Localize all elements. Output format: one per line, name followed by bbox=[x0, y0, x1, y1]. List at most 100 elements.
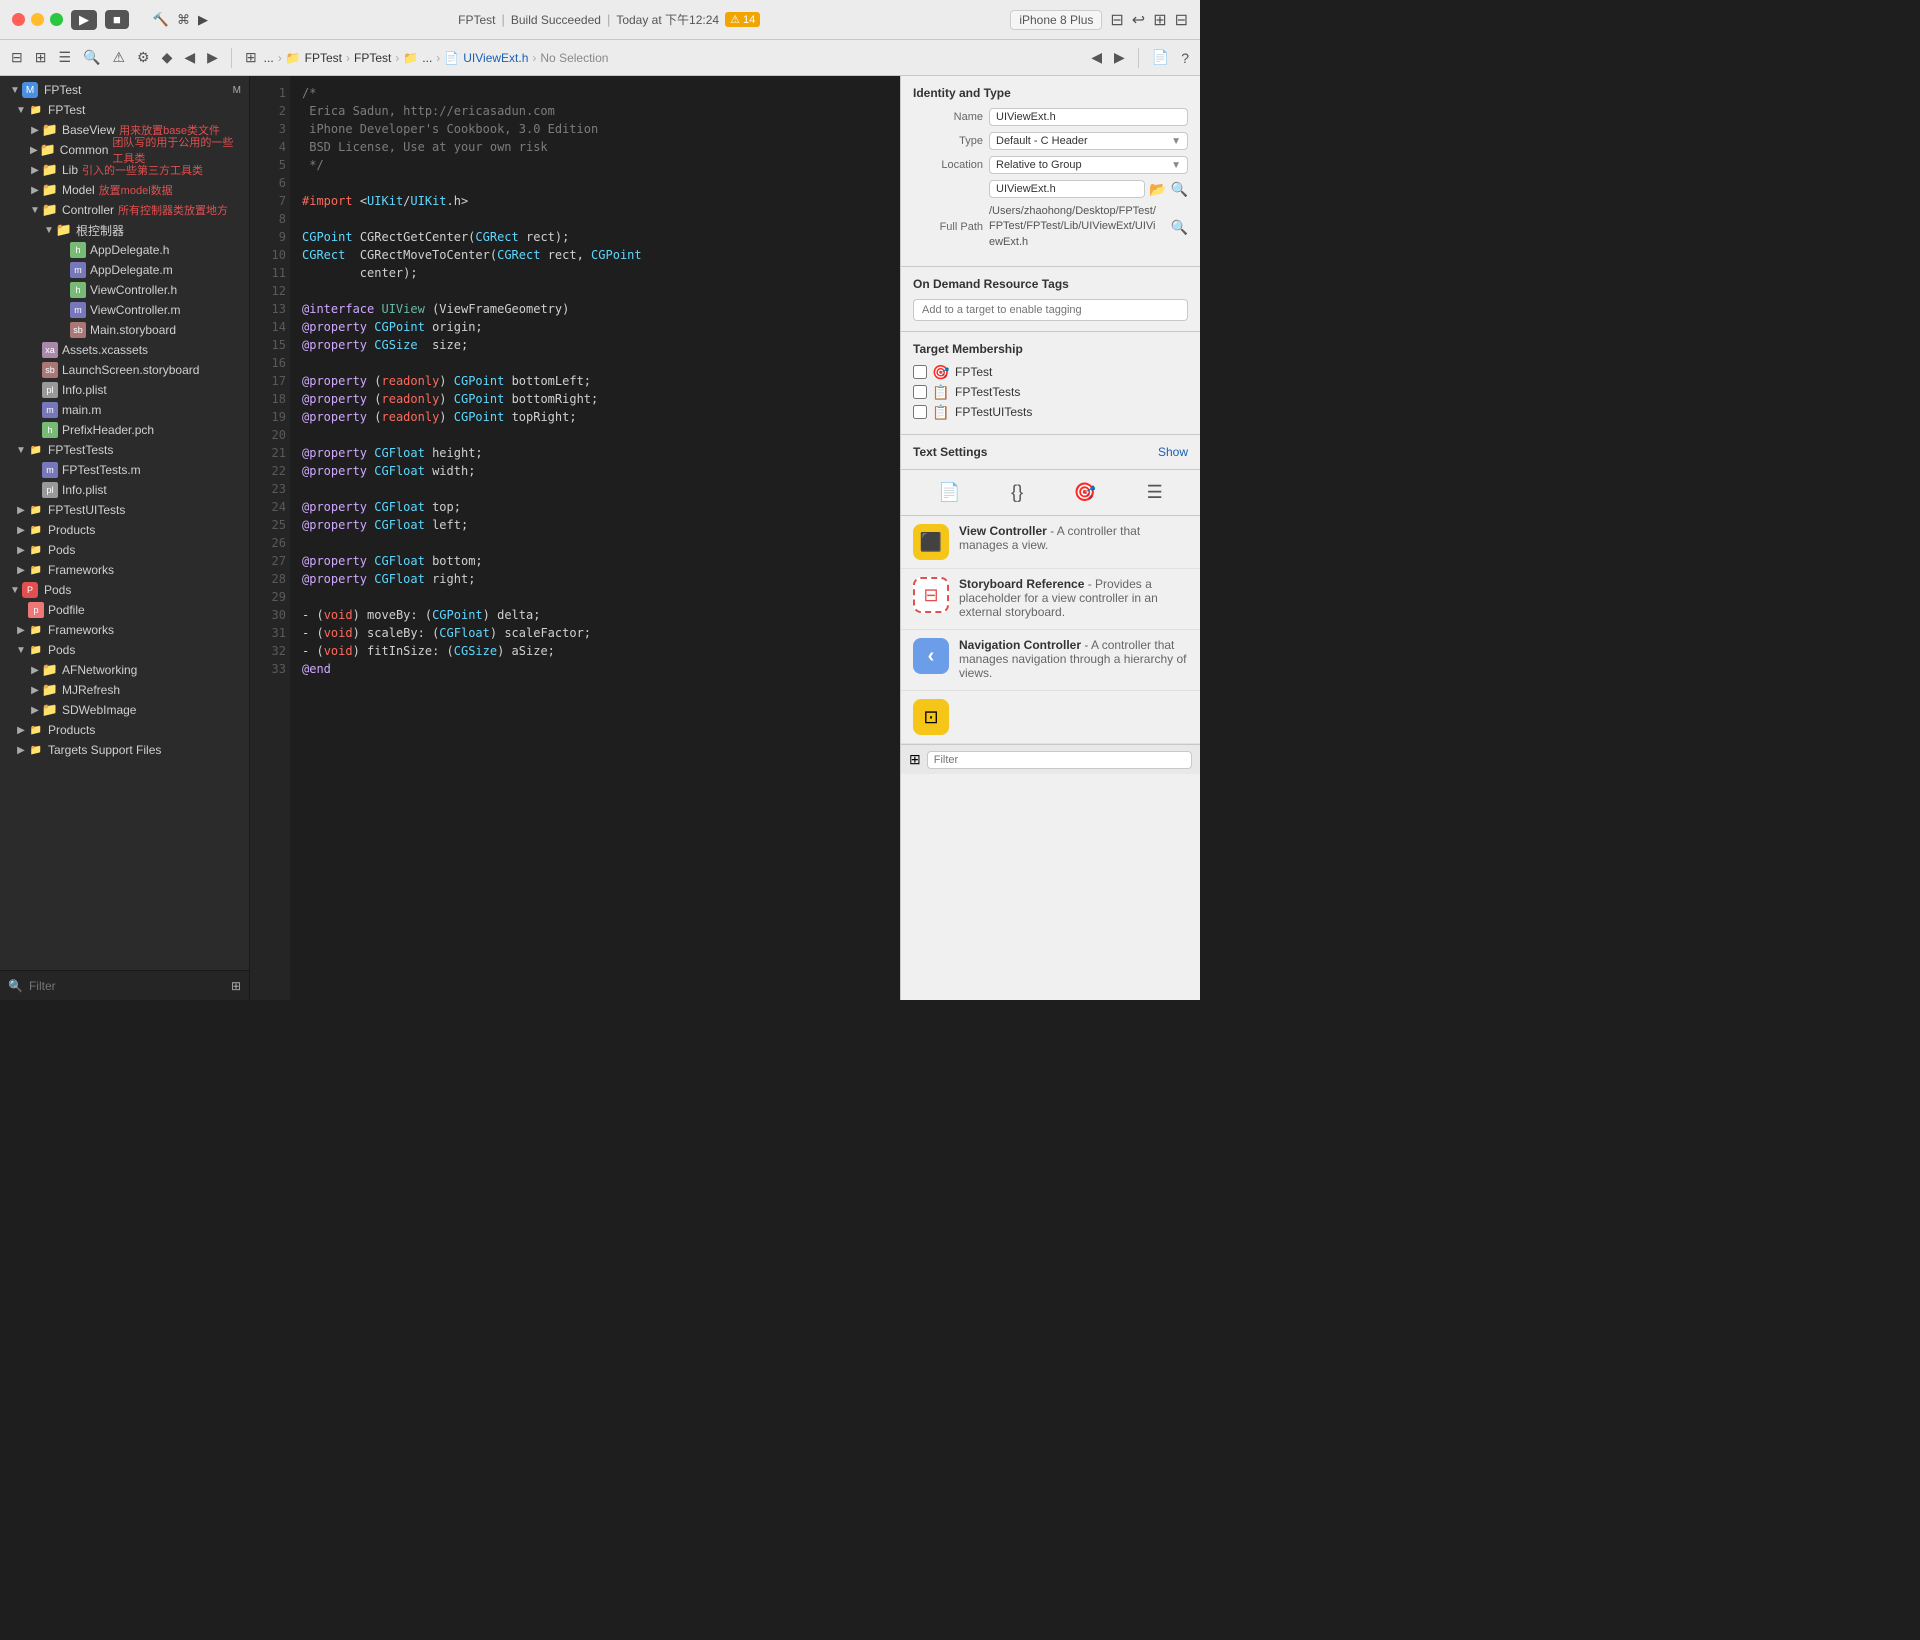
sidebar-item-pods-group[interactable]: 📁 Pods bbox=[0, 540, 249, 560]
on-demand-input[interactable] bbox=[913, 299, 1188, 321]
text-settings-section: Text Settings Show bbox=[901, 435, 1200, 470]
expand-arrow-2 bbox=[14, 105, 28, 116]
target-fptestuitests-name: FPTestUITests bbox=[955, 405, 1032, 419]
sidebar-item-pods-frameworks[interactable]: 📁 Frameworks bbox=[0, 620, 249, 640]
settings-icon[interactable]: ⚙ bbox=[134, 46, 153, 69]
sidebar-filter-input[interactable] bbox=[29, 979, 225, 993]
sidebar-item-launchscreen[interactable]: sb LaunchScreen.storyboard bbox=[0, 360, 249, 380]
stop-button[interactable]: ■ bbox=[105, 10, 129, 29]
type-dropdown[interactable]: Default - C Header ▼ bbox=[989, 132, 1188, 150]
sidebar-item-gencontroller[interactable]: 📁 根控制器 bbox=[0, 220, 249, 240]
target-row-fptest: 🎯 FPTest bbox=[913, 364, 1188, 380]
sidebar-item-viewcontroller-h[interactable]: h ViewController.h bbox=[0, 280, 249, 300]
symbol-icon[interactable]: ⊞ bbox=[32, 46, 50, 69]
expand-arrow bbox=[8, 85, 22, 96]
group-icon: 📁 bbox=[28, 642, 44, 658]
help-icon[interactable]: ? bbox=[1178, 47, 1192, 69]
bc-ellipsis[interactable]: ... bbox=[264, 51, 274, 65]
bc-subfolder[interactable]: ... bbox=[422, 51, 432, 65]
scheme-selector[interactable]: 🔨 bbox=[153, 12, 169, 28]
nav-right-icon[interactable]: ▶ bbox=[204, 46, 221, 69]
sidebar-item-pods-root[interactable]: P Pods bbox=[0, 580, 249, 600]
sidebar-item-afnetworking[interactable]: 📁 AFNetworking bbox=[0, 660, 249, 680]
show-button[interactable]: Show bbox=[1158, 445, 1188, 459]
sidebar-item-fptest-root[interactable]: M FPTest M bbox=[0, 80, 249, 100]
group-icon: 📁 bbox=[28, 722, 44, 738]
sidebar-item-pods-products[interactable]: 📁 Products bbox=[0, 720, 249, 740]
xcassets-icon: xa bbox=[42, 342, 58, 358]
sidebar-item-fptesttests-m[interactable]: m FPTestTests.m bbox=[0, 460, 249, 480]
sidebar-item-prefixheader[interactable]: h PrefixHeader.pch bbox=[0, 420, 249, 440]
fptest-app-icon: 🎯 bbox=[933, 364, 949, 380]
minimize-button[interactable] bbox=[31, 13, 44, 26]
filter-options-icon[interactable]: ⊞ bbox=[231, 979, 241, 993]
sidebar-item-appdelegate-h[interactable]: h AppDelegate.h bbox=[0, 240, 249, 260]
hierarchy-icon[interactable]: ☰ bbox=[55, 46, 74, 69]
tab-file[interactable]: 📄 bbox=[934, 478, 964, 507]
layout-icon-2[interactable]: ↩ bbox=[1132, 10, 1145, 30]
inspector-filter-input[interactable] bbox=[927, 751, 1192, 769]
bc-fptest2[interactable]: FPTest bbox=[354, 51, 391, 65]
sidebar-item-fptesttests[interactable]: 📁 FPTestTests bbox=[0, 440, 249, 460]
layout-icon-3[interactable]: ⊞ bbox=[1153, 10, 1166, 30]
target-checkbox-fptest[interactable] bbox=[913, 365, 927, 379]
location-file-value[interactable]: UIViewExt.h bbox=[989, 180, 1145, 198]
sidebar-item-fptest-group[interactable]: 📁 FPTest bbox=[0, 100, 249, 120]
sidebar-item-info-plist[interactable]: pl Info.plist bbox=[0, 380, 249, 400]
nav-next-icon[interactable]: ▶ bbox=[1111, 46, 1128, 69]
sidebar-item-mjrefresh[interactable]: 📁 MJRefresh bbox=[0, 680, 249, 700]
sidebar-item-fptesttests-plist[interactable]: pl Info.plist bbox=[0, 480, 249, 500]
gencontroller-label: 根控制器 bbox=[76, 222, 124, 239]
sidebar-item-podfile[interactable]: p Podfile bbox=[0, 600, 249, 620]
project-name: FPTest bbox=[458, 13, 495, 27]
sidebar-item-products[interactable]: 📁 Products bbox=[0, 520, 249, 540]
sidebar-item-pods-pods[interactable]: 📁 Pods bbox=[0, 640, 249, 660]
sidebar-item-controller[interactable]: 📁 Controller 所有控制器类放置地方 bbox=[0, 200, 249, 220]
bc-fptest[interactable]: FPTest bbox=[305, 51, 342, 65]
sidebar-item-appdelegate-m[interactable]: m AppDelegate.m bbox=[0, 260, 249, 280]
identity-type-title: Identity and Type bbox=[913, 86, 1188, 100]
search-icon[interactable]: 🔍 bbox=[80, 46, 103, 69]
nav-left-icon[interactable]: ◀ bbox=[181, 46, 198, 69]
location-dropdown[interactable]: Relative to Group ▼ bbox=[989, 156, 1188, 174]
close-button[interactable] bbox=[12, 13, 25, 26]
reveal-icon[interactable]: 🔍 bbox=[1171, 181, 1188, 198]
launchscreen-label: LaunchScreen.storyboard bbox=[62, 363, 199, 377]
sidebar-item-sdwebimage[interactable]: 📁 SDWebImage bbox=[0, 700, 249, 720]
sidebar-item-main-storyboard[interactable]: sb Main.storyboard bbox=[0, 320, 249, 340]
maximize-button[interactable] bbox=[50, 13, 63, 26]
tab-media[interactable]: ☰ bbox=[1143, 478, 1167, 507]
device-selector[interactable]: iPhone 8 Plus bbox=[1010, 10, 1102, 30]
run-button[interactable]: ▶ bbox=[71, 10, 97, 30]
sidebar-item-model[interactable]: 📁 Model 放置model数据 bbox=[0, 180, 249, 200]
name-value[interactable]: UIViewExt.h bbox=[989, 108, 1188, 126]
sidebar-item-frameworks[interactable]: 📁 Frameworks bbox=[0, 560, 249, 580]
target-checkbox-fptestuitests[interactable] bbox=[913, 405, 927, 419]
inspector-grid-icon[interactable]: ⊞ bbox=[909, 751, 921, 768]
main-storyboard-label: Main.storyboard bbox=[90, 323, 176, 337]
sidebar-item-viewcontroller-m[interactable]: m ViewController.m bbox=[0, 300, 249, 320]
sidebar-item-common[interactable]: 📁 Common 团队写的用于公用的一些工具类 bbox=[0, 140, 249, 160]
folder-browse-icon[interactable]: 📂 bbox=[1149, 181, 1166, 198]
warning-icon[interactable]: ⚠ bbox=[109, 46, 128, 69]
grid-icon[interactable]: ⊞ bbox=[242, 46, 260, 69]
sidebar-item-targets-support[interactable]: 📁 Targets Support Files bbox=[0, 740, 249, 760]
layout-icon-4[interactable]: ⊟ bbox=[1175, 10, 1188, 30]
breakpoint-icon[interactable]: ◆ bbox=[159, 46, 176, 69]
layout-icon-1[interactable]: ⊟ bbox=[1110, 10, 1123, 30]
sidebar-item-assets[interactable]: xa Assets.xcassets bbox=[0, 340, 249, 360]
sidebar-item-main-m[interactable]: m main.m bbox=[0, 400, 249, 420]
folder-toggle-icon[interactable]: ⊟ bbox=[8, 46, 26, 69]
doc-icon[interactable]: 📄 bbox=[1149, 46, 1172, 69]
fullpath-reveal-icon[interactable]: 🔍 bbox=[1171, 219, 1188, 236]
nav-prev-icon[interactable]: ◀ bbox=[1088, 46, 1105, 69]
sidebar-item-fptestuitests[interactable]: 📁 FPTestUITests bbox=[0, 500, 249, 520]
sb-icon: ⊟ bbox=[913, 577, 949, 613]
target-checkbox-fptesttests[interactable] bbox=[913, 385, 927, 399]
group-icon: 📁 bbox=[28, 502, 44, 518]
bc-filename[interactable]: UIViewExt.h bbox=[463, 51, 528, 65]
tab-code[interactable]: {} bbox=[1007, 478, 1027, 507]
arrow bbox=[28, 705, 42, 716]
code-content[interactable]: /* Erica Sadun, http://ericasadun.com iP… bbox=[290, 76, 900, 1000]
tab-object[interactable]: 🎯 bbox=[1070, 478, 1100, 507]
